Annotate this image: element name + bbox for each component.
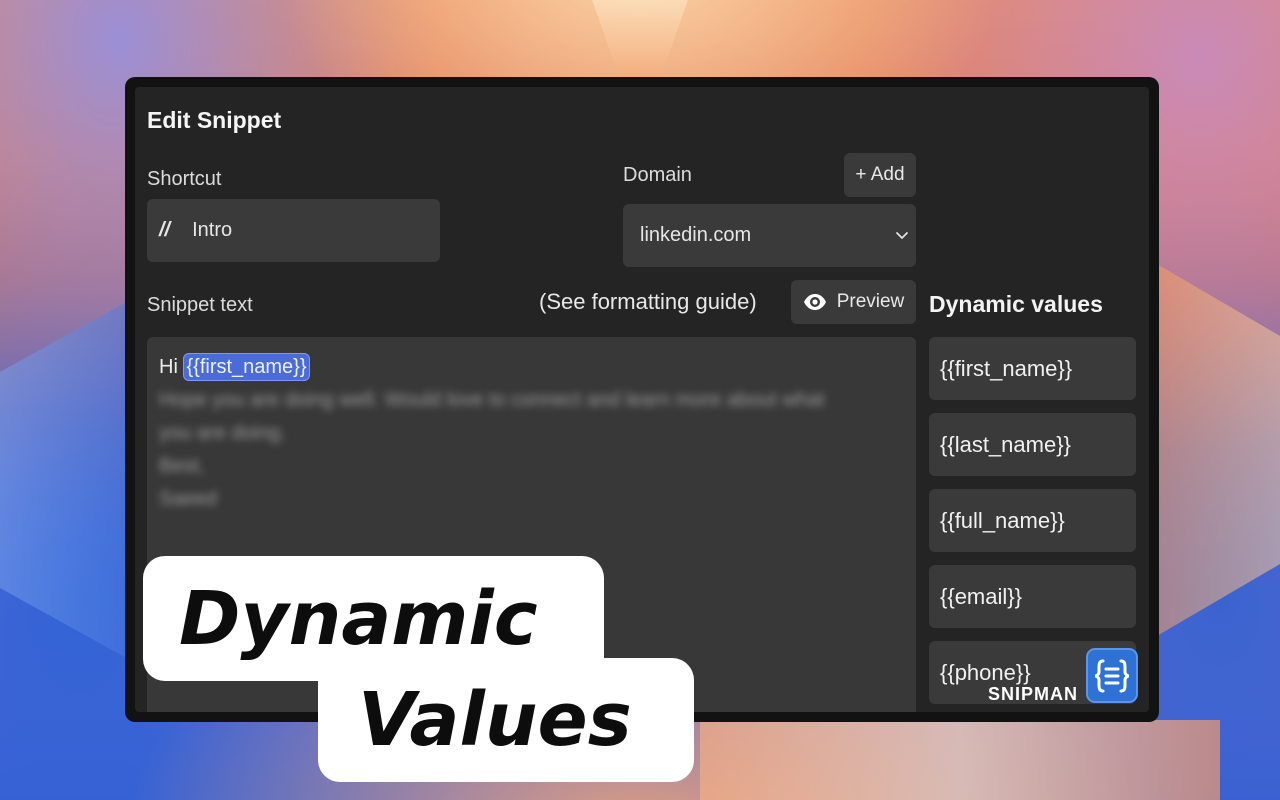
chevron-down-icon (896, 232, 908, 239)
braces-list-icon (1094, 659, 1130, 692)
dynamic-values-title: Dynamic values (929, 291, 1103, 317)
dynamic-value-full-name[interactable]: {{full_name}} (929, 489, 1136, 552)
brand-wordmark: SNIPMAN (988, 684, 1079, 704)
overlay-caption-line2: Values (318, 658, 694, 782)
snippet-body-line: you are doing. (159, 422, 286, 444)
shortcut-value: Intro (192, 219, 233, 241)
page-title: Edit Snippet (147, 107, 282, 133)
domain-value: linkedin.com (640, 224, 752, 246)
dynamic-value-last-name[interactable]: {{last_name}} (929, 413, 1136, 476)
shortcut-prefix: // (159, 219, 171, 241)
domain-select[interactable]: linkedin.com (623, 204, 916, 267)
snippet-body-line: Hope you are doing well. Would love to c… (159, 389, 825, 411)
wallpaper-ray (1150, 260, 1280, 640)
eye-icon (803, 294, 826, 310)
dynamic-value-email[interactable]: {{email}} (929, 565, 1136, 628)
snippet-token: {{first_name}} (183, 353, 310, 381)
snippet-text-label: Snippet text (147, 294, 253, 316)
shortcut-input[interactable]: // Intro (147, 199, 440, 262)
snippet-first-line: Hi {{first_name}} (159, 351, 904, 384)
snippet-greeting: Hi (159, 356, 178, 378)
snippet-body-line: Best, (159, 455, 205, 477)
formatting-guide-link[interactable]: (See formatting guide) (539, 289, 757, 315)
preview-button[interactable]: Preview (791, 280, 916, 324)
snippet-body-line: Saeed (159, 488, 217, 510)
snipman-logo-icon (1086, 648, 1138, 703)
add-domain-button[interactable]: + Add (844, 153, 916, 197)
dynamic-value-first-name[interactable]: {{first_name}} (929, 337, 1136, 400)
wallpaper-ray (0, 300, 130, 660)
wallpaper-ray (700, 720, 1220, 800)
preview-label: Preview (836, 291, 905, 312)
shortcut-label: Shortcut (147, 168, 222, 190)
domain-label: Domain (623, 164, 692, 186)
